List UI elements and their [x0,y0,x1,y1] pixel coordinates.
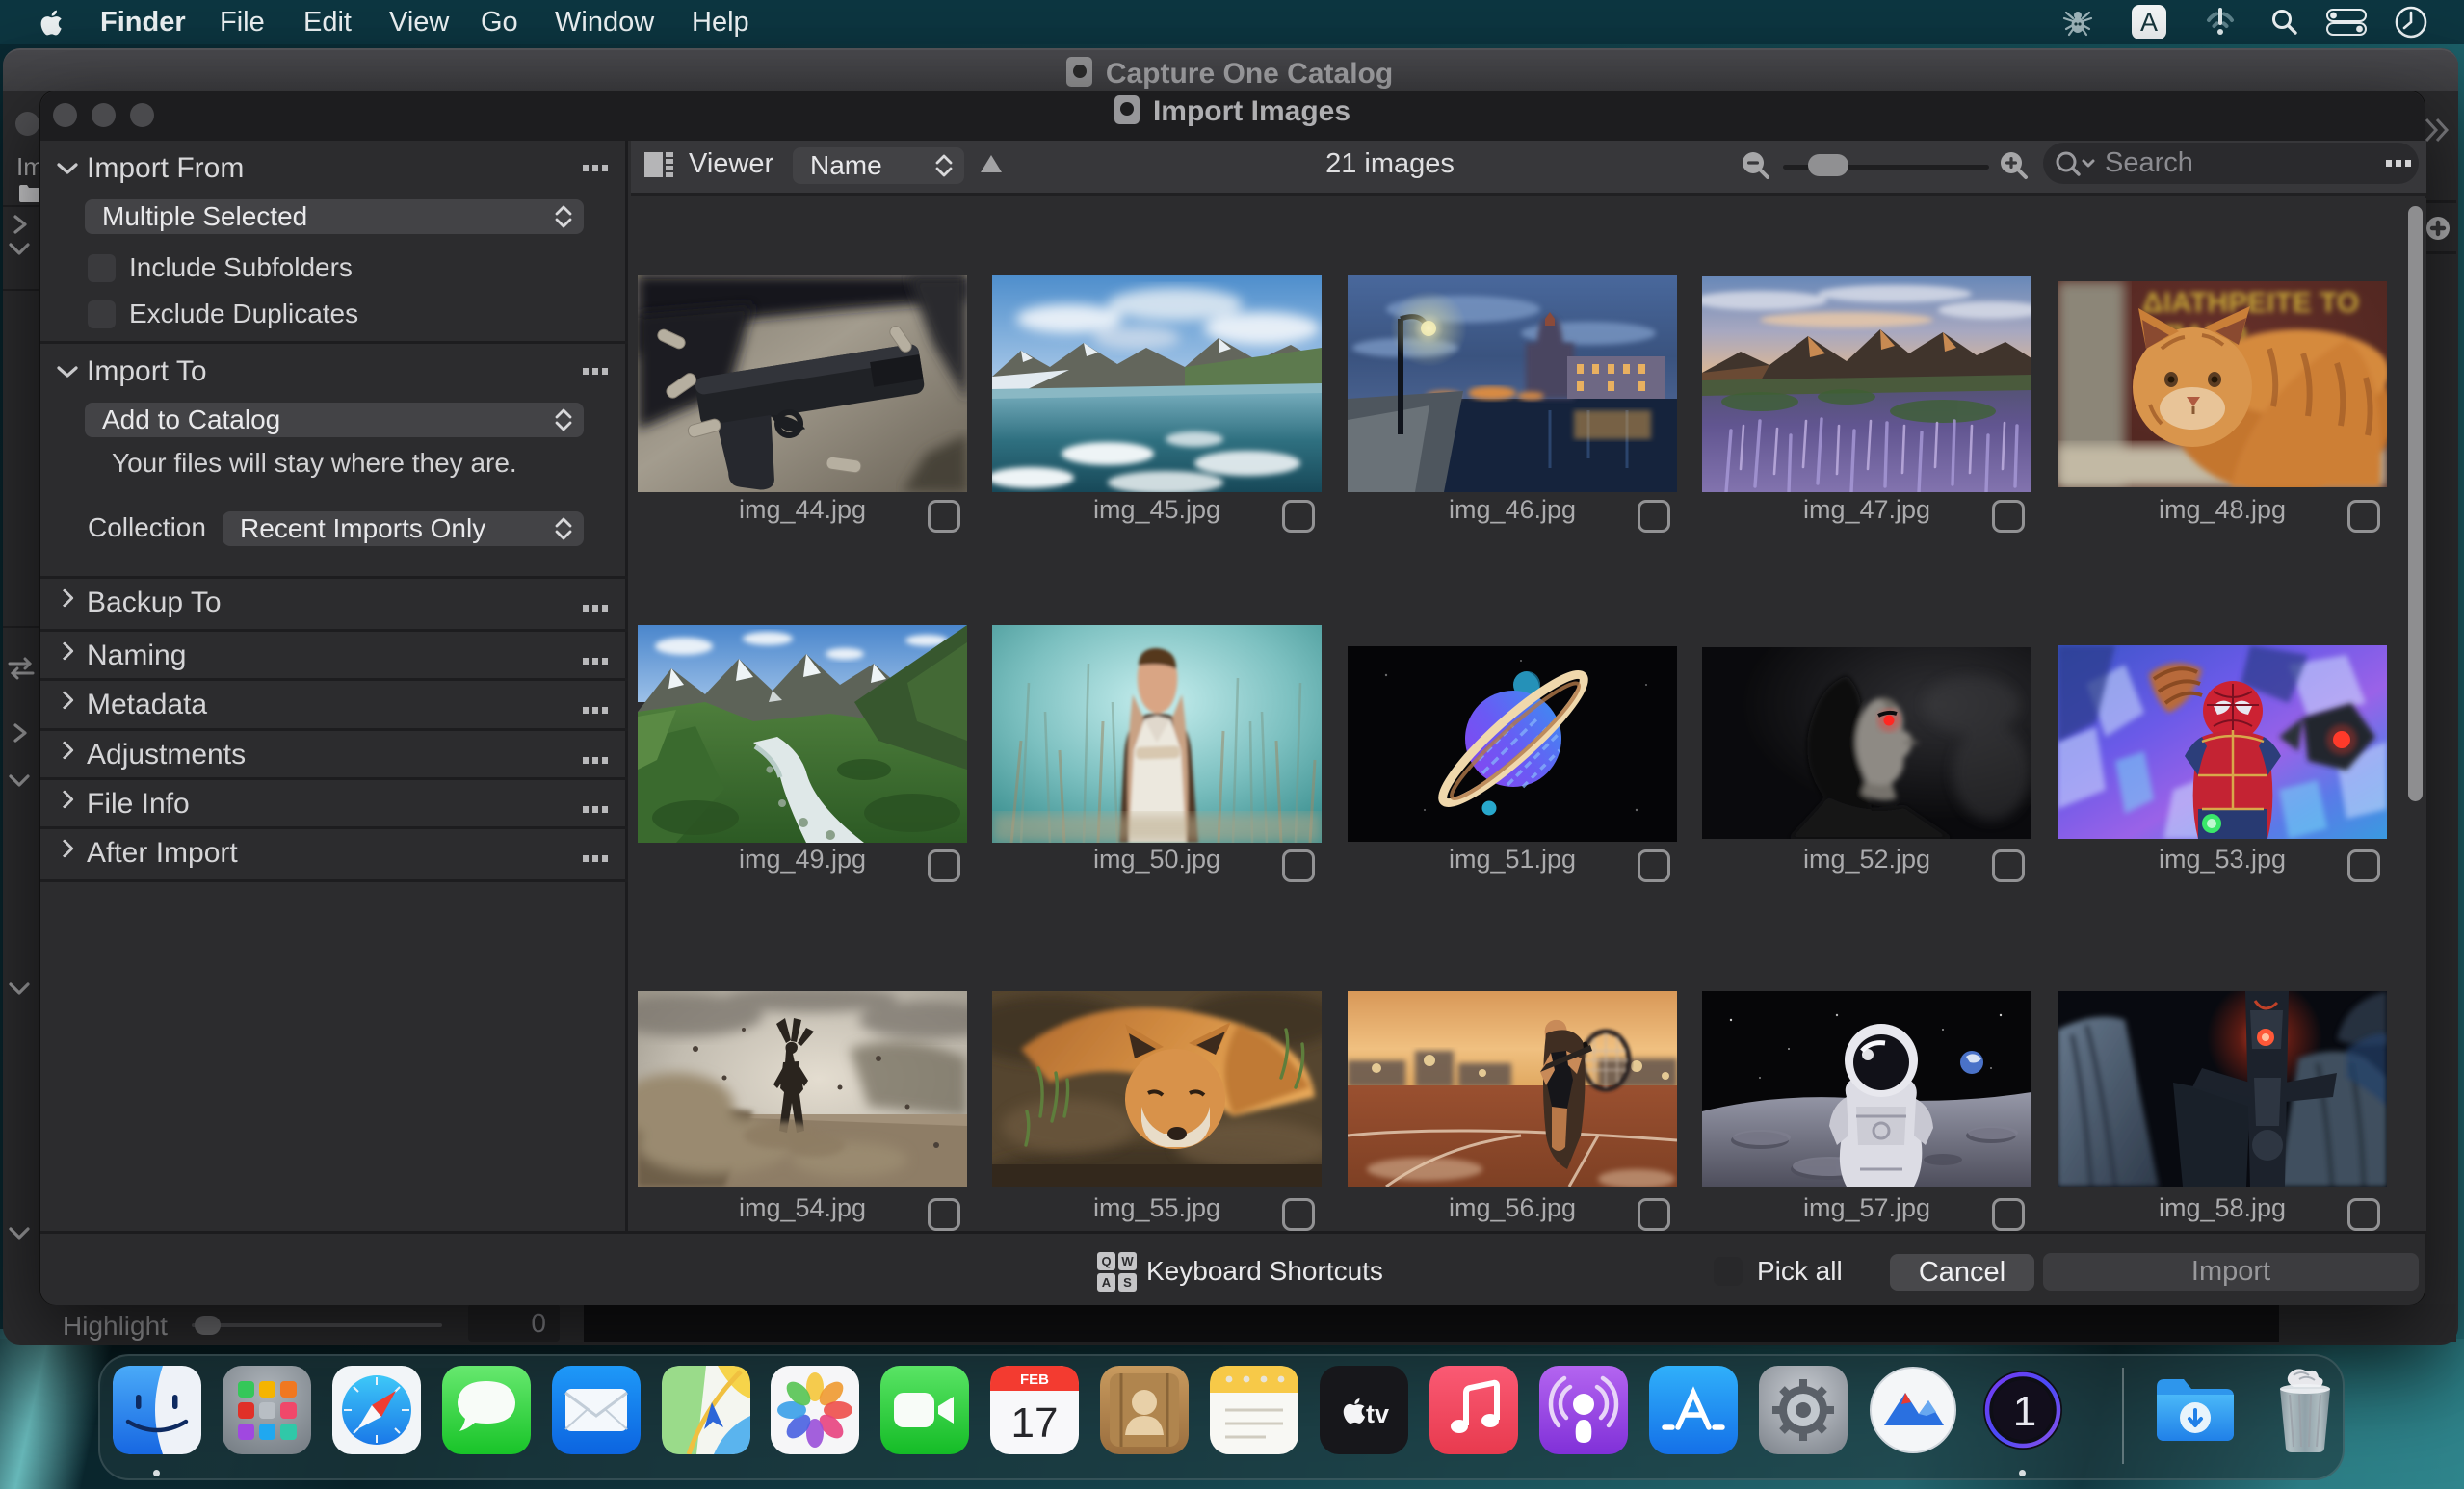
svg-text:Q: Q [1101,1254,1111,1268]
svg-text:tv: tv [1366,1399,1389,1428]
svg-text:ΔΙΑΤΗΡΕΙΤΕ ΤΟ: ΔΙΑΤΗΡΕΙΤΕ ΤΟ [2142,287,2359,319]
svg-text:FEB: FEB [1020,1371,1049,1388]
svg-text:1: 1 [2013,1388,2036,1435]
svg-text:A: A [1102,1275,1112,1290]
svg-text:17: 17 [1011,1399,1059,1447]
svg-text:S: S [1123,1275,1132,1290]
svg-text:W: W [1121,1254,1134,1268]
